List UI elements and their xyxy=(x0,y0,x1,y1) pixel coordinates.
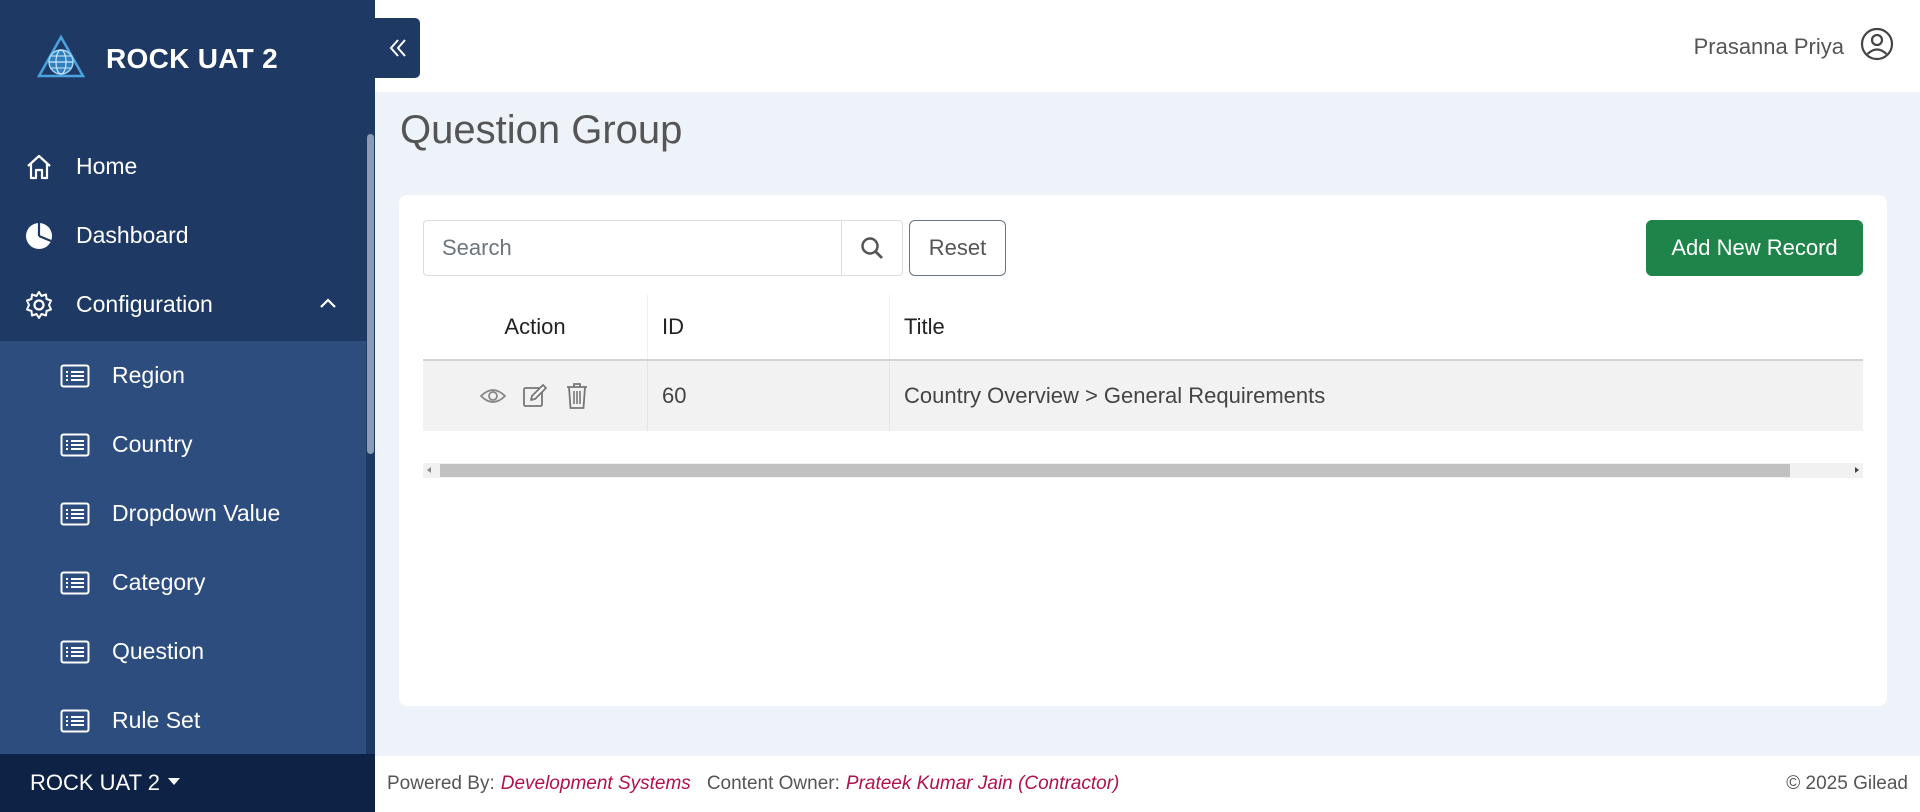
copyright: © 2025 Gilead xyxy=(1786,773,1908,794)
sidebar-item-dashboard[interactable]: Dashboard xyxy=(0,201,366,270)
column-header-title[interactable]: Title xyxy=(890,295,1863,359)
table-scrollbar-thumb[interactable] xyxy=(440,464,1790,477)
sidebar-item-label: Region xyxy=(112,362,185,388)
delete-icon[interactable] xyxy=(562,381,592,411)
records-table: Action ID Title 60 Country Overview > Ge… xyxy=(423,295,1863,431)
content-owner-label: Content Owner: xyxy=(706,773,840,794)
sidebar-item-home[interactable]: Home xyxy=(0,132,366,201)
sidebar-item-label: Dropdown Value xyxy=(112,500,281,526)
caret-down-icon xyxy=(168,777,180,785)
sidebar-item-label: Country xyxy=(112,431,193,457)
cell-id: 60 xyxy=(648,361,890,431)
search-button[interactable] xyxy=(841,220,903,276)
list-icon xyxy=(60,432,90,458)
view-icon[interactable] xyxy=(478,381,508,411)
sidebar-item-country[interactable]: Country xyxy=(0,410,366,479)
list-icon xyxy=(60,570,90,596)
add-new-record-button[interactable]: Add New Record xyxy=(1646,220,1863,276)
powered-by-link[interactable]: Development Systems xyxy=(501,773,691,795)
table-row[interactable]: 60 Country Overview > General Requiremen… xyxy=(423,361,1863,431)
content-owner-link[interactable]: Prateek Kumar Jain (Contractor) xyxy=(846,773,1120,795)
sidebar-item-category[interactable]: Category xyxy=(0,548,366,617)
list-icon xyxy=(60,501,90,527)
sidebar-scrollbar-thumb[interactable] xyxy=(367,134,374,454)
sidebar-item-label: Category xyxy=(112,569,206,595)
user-avatar-icon[interactable] xyxy=(1860,27,1894,61)
sidebar-item-label: Rule Set xyxy=(112,707,201,733)
gear-icon xyxy=(24,290,54,320)
table-horizontal-scrollbar[interactable] xyxy=(423,463,1863,478)
search-icon xyxy=(861,237,883,259)
brand[interactable]: ROCK UAT 2 xyxy=(0,0,375,118)
page-scrollbar[interactable] xyxy=(1911,92,1920,756)
search-input[interactable] xyxy=(423,220,841,276)
sidebar-item-label: Configuration xyxy=(76,291,213,317)
list-icon xyxy=(60,639,90,665)
brand-name: ROCK UAT 2 xyxy=(106,43,279,74)
sidebar-item-label: Dashboard xyxy=(76,222,189,248)
collapse-sidebar-button[interactable] xyxy=(375,18,420,78)
sidebar-nav: Home Dashboard Configuration xyxy=(0,132,366,339)
edit-icon[interactable] xyxy=(520,381,550,411)
sidebar-scrollbar[interactable] xyxy=(366,118,375,754)
sidebar: ROCK UAT 2 Home Dashboard Configuration … xyxy=(0,0,375,812)
sidebar-item-question[interactable]: Question xyxy=(0,617,366,686)
scroll-left-arrow-icon[interactable] xyxy=(427,467,431,473)
records-card: Reset Add New Record Action ID Title xyxy=(399,195,1887,706)
list-icon xyxy=(60,708,90,734)
pie-chart-icon xyxy=(24,221,54,251)
search-group xyxy=(423,220,903,276)
footer: Powered By: Development Systems Content … xyxy=(375,756,1920,812)
cell-title: Country Overview > General Requirements xyxy=(904,383,1326,408)
sidebar-item-dropdown-value[interactable]: Dropdown Value xyxy=(0,479,366,548)
home-icon xyxy=(24,152,54,182)
environment-selector[interactable]: ROCK UAT 2 xyxy=(0,754,375,812)
environment-label: ROCK UAT 2 xyxy=(30,770,160,795)
table-header: Action ID Title xyxy=(423,295,1863,361)
globe-logo-icon xyxy=(36,34,86,78)
reset-button[interactable]: Reset xyxy=(909,220,1006,276)
sidebar-item-label: Home xyxy=(76,153,138,179)
sidebar-item-region[interactable]: Region xyxy=(0,341,366,410)
double-chevron-left-icon xyxy=(389,39,406,57)
user-name[interactable]: Prasanna Priya xyxy=(1694,34,1844,60)
powered-by-label: Powered By: xyxy=(387,773,495,794)
list-icon xyxy=(60,363,90,389)
scroll-right-arrow-icon[interactable] xyxy=(1855,467,1859,473)
chevron-up-icon[interactable] xyxy=(316,292,340,316)
configuration-submenu: Region Country Dropdown Value Category Q… xyxy=(0,341,366,754)
column-header-action[interactable]: Action xyxy=(423,295,648,359)
page-title: Question Group xyxy=(400,108,683,152)
top-header xyxy=(375,0,1920,92)
sidebar-item-label: Question xyxy=(112,638,205,664)
row-actions xyxy=(423,361,648,431)
sidebar-item-rule-set[interactable]: Rule Set xyxy=(0,686,366,755)
column-header-id[interactable]: ID xyxy=(648,295,890,359)
sidebar-item-configuration[interactable]: Configuration xyxy=(0,270,366,339)
